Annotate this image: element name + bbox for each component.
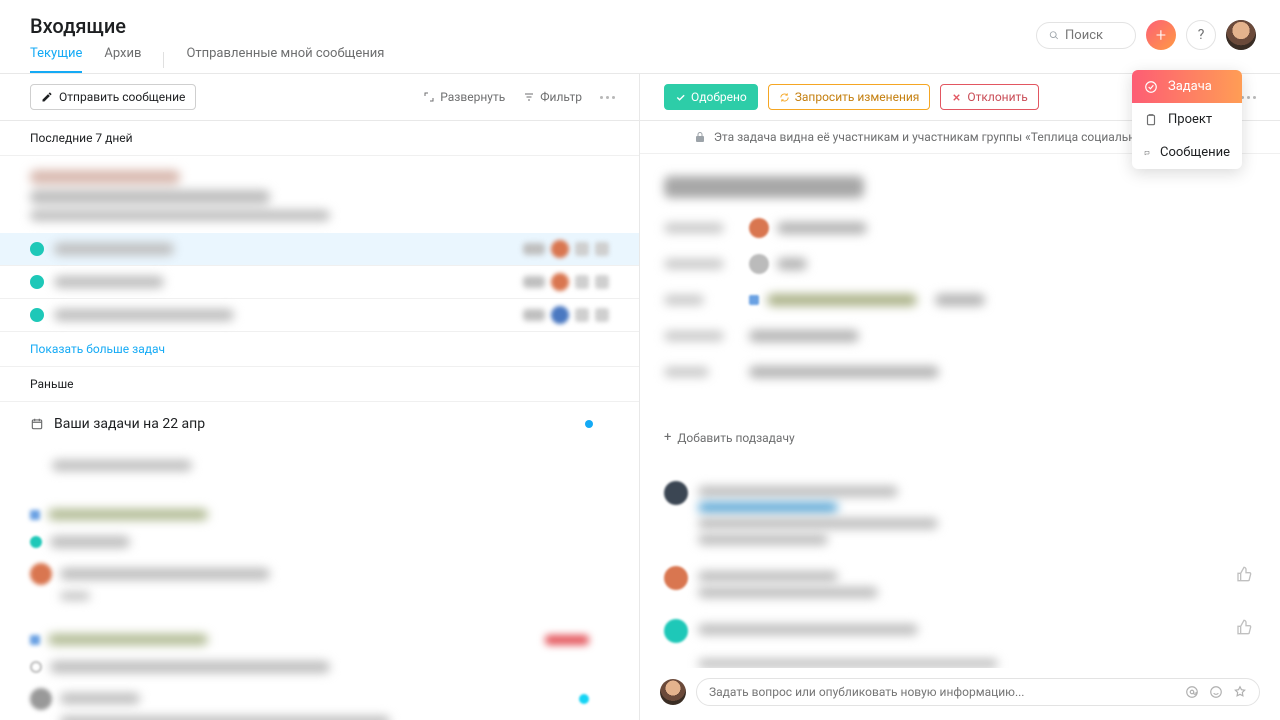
comment-composer[interactable]	[696, 678, 1260, 706]
composer-input[interactable]	[709, 685, 1185, 699]
star-icon[interactable]	[1233, 685, 1247, 699]
show-more-link[interactable]: Показать больше задач	[0, 332, 639, 366]
header: Входящие Текущие Архив Отправленные мной…	[0, 0, 1280, 74]
check-circle-icon	[1144, 80, 1158, 94]
section-recent: Последние 7 дней	[0, 121, 639, 156]
comment-item	[664, 566, 1256, 603]
search-input[interactable]	[1065, 28, 1123, 43]
body: Отправить сообщение Развернуть Фильтр По…	[0, 74, 1280, 720]
search-icon	[1049, 29, 1059, 42]
inbox-pane: Отправить сообщение Развернуть Фильтр По…	[0, 74, 640, 720]
date-task-label: Ваши задачи на 22 апр	[54, 416, 205, 432]
add-button[interactable]: +	[1146, 20, 1176, 50]
close-icon	[951, 92, 962, 103]
search-box[interactable]	[1036, 22, 1136, 49]
task-checkbox[interactable]	[30, 275, 44, 289]
create-dropdown: Задача Проект Сообщение	[1132, 70, 1242, 169]
detail-more-button[interactable]	[1241, 96, 1256, 99]
task-checkbox[interactable]	[30, 242, 44, 256]
inbox-toolbar: Отправить сообщение Развернуть Фильтр	[0, 74, 639, 121]
detail-content[interactable]: Добавить подзадачу	[640, 154, 1280, 668]
reject-button[interactable]: Отклонить	[940, 84, 1038, 110]
compose-button[interactable]: Отправить сообщение	[30, 84, 196, 110]
inbox-list[interactable]: Последние 7 дней	[0, 121, 639, 720]
add-subtask-button[interactable]: Добавить подзадачу	[664, 430, 795, 445]
header-tabs: Текущие Архив Отправленные мной сообщени…	[30, 46, 1036, 73]
refresh-icon	[779, 92, 790, 103]
approve-button[interactable]: Одобрено	[664, 84, 758, 110]
filter-icon	[523, 91, 535, 103]
dropdown-item-project[interactable]: Проект	[1132, 103, 1242, 136]
tab-separator	[163, 52, 164, 68]
more-button[interactable]	[600, 96, 615, 99]
edit-icon	[41, 91, 53, 103]
check-icon	[675, 92, 686, 103]
section-earlier: Раньше	[0, 366, 639, 402]
composer-area	[640, 668, 1280, 720]
comments-list	[664, 481, 1256, 668]
list-item	[0, 446, 639, 483]
dropdown-item-label: Проект	[1168, 112, 1212, 127]
date-task-row[interactable]: Ваши задачи на 22 апр	[0, 402, 639, 446]
comment-item	[664, 481, 1256, 550]
like-icon[interactable]	[1236, 619, 1252, 635]
dropdown-item-label: Сообщение	[1160, 145, 1230, 160]
task-title	[664, 176, 1256, 198]
like-icon[interactable]	[1236, 566, 1252, 582]
dropdown-item-message[interactable]: Сообщение	[1132, 136, 1242, 169]
calendar-icon	[30, 417, 44, 431]
tab-archive[interactable]: Архив	[104, 46, 141, 73]
help-button[interactable]: ?	[1186, 20, 1216, 50]
comment-item	[664, 619, 1256, 643]
task-detail-pane: Одобрено Запросить изменения Отклонить Э…	[640, 74, 1280, 720]
request-changes-button[interactable]: Запросить изменения	[768, 84, 931, 110]
activity-line	[698, 659, 998, 668]
list-item	[0, 483, 639, 612]
expand-button[interactable]: Развернуть	[423, 90, 505, 104]
emoji-icon[interactable]	[1209, 685, 1223, 699]
task-checkbox[interactable]	[30, 308, 44, 322]
task-row[interactable]	[0, 233, 639, 266]
lock-icon	[694, 131, 706, 143]
task-row[interactable]	[0, 266, 639, 299]
compose-label: Отправить сообщение	[59, 90, 185, 104]
tab-sent[interactable]: Отправленные мной сообщения	[186, 46, 384, 73]
unread-dot	[585, 420, 593, 428]
list-item	[0, 156, 639, 233]
task-row[interactable]	[0, 299, 639, 332]
tab-current[interactable]: Текущие	[30, 46, 82, 73]
dropdown-item-label: Задача	[1168, 79, 1212, 94]
mention-icon[interactable]	[1185, 685, 1199, 699]
composer-avatar	[660, 679, 686, 705]
task-meta	[664, 210, 1256, 390]
clipboard-icon	[1144, 113, 1158, 127]
filter-button[interactable]: Фильтр	[523, 90, 582, 104]
profile-avatar[interactable]	[1226, 20, 1256, 50]
dropdown-item-task[interactable]: Задача	[1132, 70, 1242, 103]
page-title: Входящие	[30, 14, 1036, 38]
expand-icon	[423, 91, 435, 103]
chat-icon	[1144, 146, 1150, 160]
list-item	[0, 612, 639, 720]
